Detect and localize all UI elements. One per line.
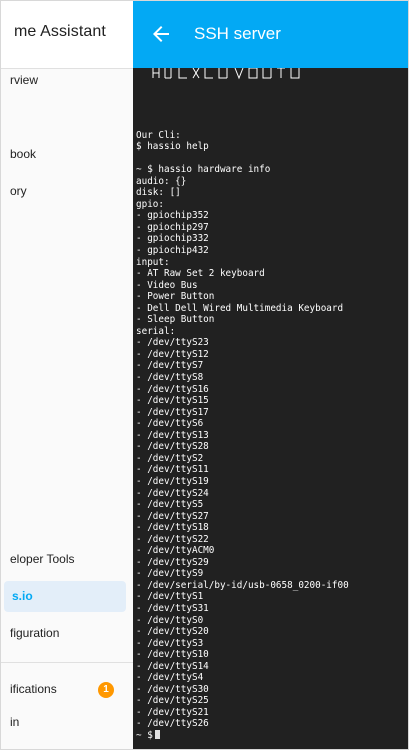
window-frame — [0, 0, 409, 750]
